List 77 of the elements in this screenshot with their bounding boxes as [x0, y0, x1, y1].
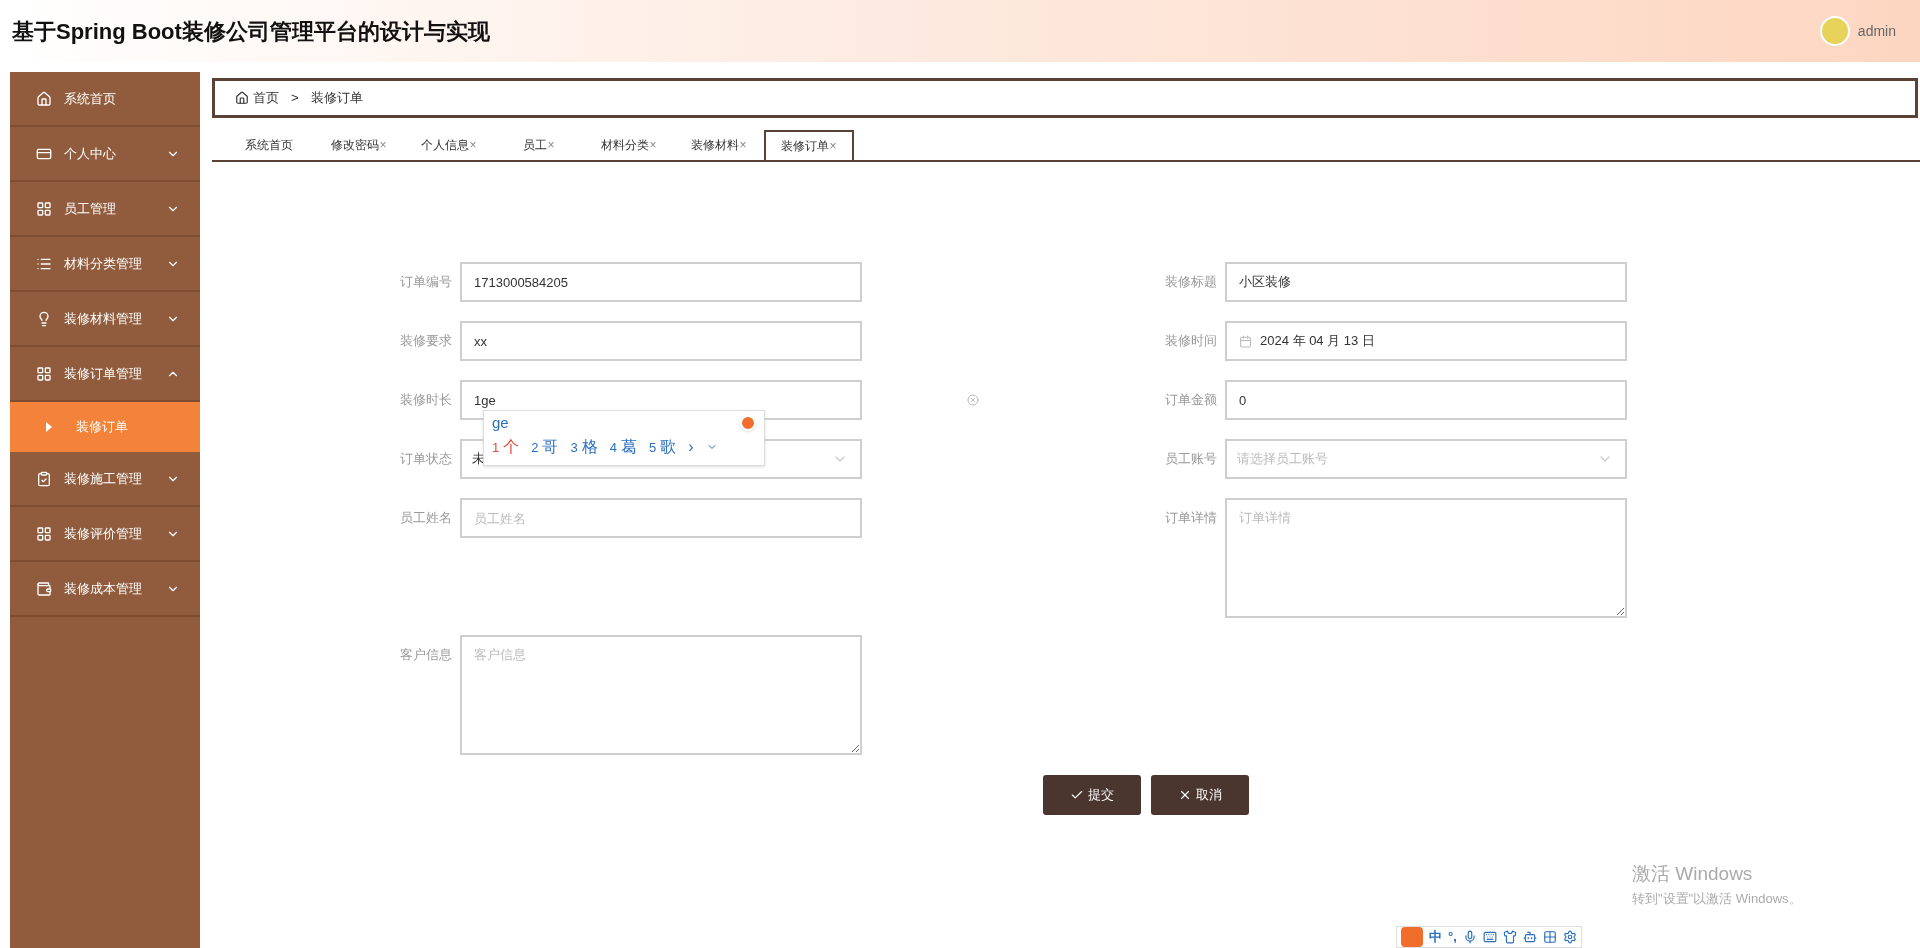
tab[interactable]: 装修订单× [764, 130, 854, 160]
close-icon[interactable]: × [739, 136, 747, 154]
tab[interactable]: 修改密码× [314, 130, 404, 160]
field-label: 装修要求 [400, 332, 452, 350]
field-label: 客户信息 [400, 646, 452, 664]
close-icon[interactable]: × [379, 136, 387, 154]
activation-title: 激活 Windows [1632, 862, 1754, 886]
robot-icon[interactable] [1522, 930, 1537, 944]
field-label: 订单金额 [1165, 391, 1217, 409]
activation-subtitle: 转到"设置"以激活 Windows。 [1632, 889, 1802, 908]
ime-candidate[interactable]: 3 格 [570, 435, 598, 459]
tab[interactable]: 材料分类× [584, 130, 674, 160]
app-title: 基于Spring Boot装修公司管理平台的设计与实现 [12, 17, 490, 46]
shirt-icon[interactable] [1502, 930, 1517, 944]
field-label: 员工姓名 [400, 509, 452, 527]
field-label: 装修标题 [1165, 273, 1217, 291]
username[interactable]: admin [1857, 20, 1896, 42]
clipboard-icon [36, 470, 52, 487]
input-field[interactable]: 员工姓名 [460, 498, 862, 538]
check-icon [1070, 788, 1084, 802]
submit-button[interactable]: 提交 [1043, 775, 1141, 815]
play-icon [46, 422, 52, 432]
cancel-button[interactable]: 取消 [1151, 775, 1249, 815]
sidebar-item[interactable]: 装修成本管理 [10, 562, 200, 617]
breadcrumb-home-link[interactable]: 首页 [235, 88, 279, 108]
grid-icon [36, 365, 52, 382]
microphone-icon[interactable] [1462, 930, 1477, 944]
textarea-field[interactable]: 订单详情 [1225, 498, 1627, 618]
grid-icon [36, 200, 52, 217]
close-icon [1178, 788, 1192, 802]
home-icon [235, 91, 249, 105]
tab[interactable]: 系统首页 [224, 130, 314, 160]
field-label: 订单状态 [400, 450, 452, 468]
field-label: 员工账号 [1165, 450, 1217, 468]
ime-candidate[interactable]: 4 葛 [609, 435, 637, 459]
lightbulb-icon [36, 310, 52, 327]
date-field[interactable]: 2024 年 04 月 13 日 [1225, 321, 1627, 361]
sidebar-item[interactable]: 员工管理 [10, 182, 200, 237]
textarea-field[interactable]: 客户信息 [460, 635, 862, 755]
calendar-icon [1239, 334, 1252, 348]
tab[interactable]: 个人信息× [404, 130, 494, 160]
field-label: 订单详情 [1165, 509, 1217, 527]
keyboard-icon[interactable] [1482, 930, 1497, 944]
close-icon[interactable]: × [649, 136, 657, 154]
input-field[interactable]: 小区装修 [1225, 262, 1627, 302]
sidebar-item[interactable]: 装修材料管理 [10, 292, 200, 347]
input-field[interactable]: 1713000584205 [460, 262, 862, 302]
ime-toolbar-item[interactable]: °, [1448, 927, 1457, 947]
ime-candidate[interactable]: 5 歌 [648, 435, 677, 459]
ime-logo-icon [740, 415, 756, 431]
grid-icon[interactable] [1542, 930, 1557, 944]
field-label: 订单编号 [400, 273, 452, 291]
breadcrumb-separator: > [291, 89, 299, 108]
tab[interactable]: 员工× [494, 130, 584, 160]
sidebar-item[interactable]: 装修评价管理 [10, 507, 200, 562]
ime-toolbar-item[interactable]: 中 [1429, 927, 1442, 947]
ime-logo-icon [1401, 927, 1423, 947]
ime-candidate[interactable]: 2 哥 [531, 435, 559, 459]
home-icon [36, 90, 52, 107]
input-field[interactable]: 0 [1225, 380, 1627, 420]
sidebar-item[interactable]: 装修施工管理 [10, 452, 200, 507]
breadcrumb-current: 装修订单 [310, 89, 363, 108]
sidebar-item[interactable]: 个人中心 [10, 127, 200, 182]
next-page-button[interactable]: › [688, 435, 694, 459]
input-field[interactable]: xx [460, 321, 862, 361]
close-icon[interactable]: × [547, 136, 555, 154]
sidebar-item[interactable]: 材料分类管理 [10, 237, 200, 292]
settings-icon[interactable] [1562, 930, 1577, 944]
ime-candidate[interactable]: 1 个 [492, 435, 520, 459]
tab[interactable]: 装修材料× [674, 130, 764, 160]
close-icon[interactable]: × [469, 136, 477, 154]
field-label: 装修时长 [400, 391, 452, 409]
sidebar-item[interactable]: 系统首页 [10, 72, 200, 127]
close-icon[interactable]: × [829, 137, 837, 155]
wallet-icon [36, 580, 52, 597]
grid-icon [36, 525, 52, 542]
field-label: 装修时间 [1165, 332, 1217, 350]
